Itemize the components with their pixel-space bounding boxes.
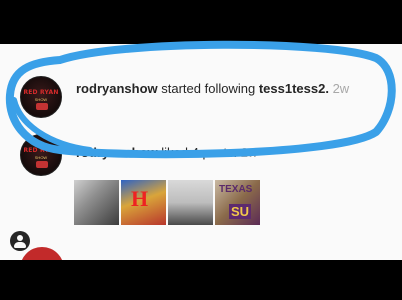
notification-action: started following <box>161 81 256 96</box>
post-thumbnail[interactable] <box>168 180 213 225</box>
activity-feed: RED RYAN SHOW rodryanshow started follow… <box>0 44 402 260</box>
red-ryan-show-logo-icon <box>36 161 48 168</box>
username-link[interactable]: rodryanshow <box>76 81 158 96</box>
notification-action: liked 4 posts. <box>161 145 238 160</box>
profile-icon[interactable] <box>10 231 30 251</box>
avatar-logo-title: RED RYAN <box>23 147 59 154</box>
red-ryan-show-logo-icon <box>36 103 48 110</box>
post-thumbnail[interactable]: H <box>121 180 166 225</box>
avatar[interactable] <box>20 247 64 260</box>
timestamp: 2w <box>240 145 258 160</box>
liked-posts-thumbnails: H TEXAS SU <box>74 180 260 225</box>
avatar-logo-subtitle: SHOW <box>34 97 48 102</box>
post-thumbnail[interactable] <box>74 180 119 225</box>
thumbnail-texas-text: TEXAS <box>219 184 253 195</box>
avatar[interactable]: RED RYAN SHOW <box>20 134 62 176</box>
avatar-logo-subtitle: SHOW <box>34 155 48 160</box>
timestamp: 2w <box>332 81 350 96</box>
notification-text-follow[interactable]: rodryanshow started following tess1tess2… <box>76 81 349 96</box>
top-letterbox <box>0 0 402 44</box>
notification-text-likes[interactable]: rodryanshow liked 4 posts. 2w <box>76 145 257 160</box>
avatar[interactable]: RED RYAN SHOW <box>20 76 62 118</box>
avatar-logo-title: RED RYAN <box>23 89 59 96</box>
bottom-letterbox <box>0 260 402 300</box>
post-thumbnail[interactable]: TEXAS SU <box>215 180 260 225</box>
username-link[interactable]: rodryanshow <box>76 145 158 160</box>
thumbnail-uh-logo: H <box>131 186 149 211</box>
thumbnail-su-text: SU <box>229 204 252 219</box>
target-username-link[interactable]: tess1tess2. <box>259 81 329 96</box>
